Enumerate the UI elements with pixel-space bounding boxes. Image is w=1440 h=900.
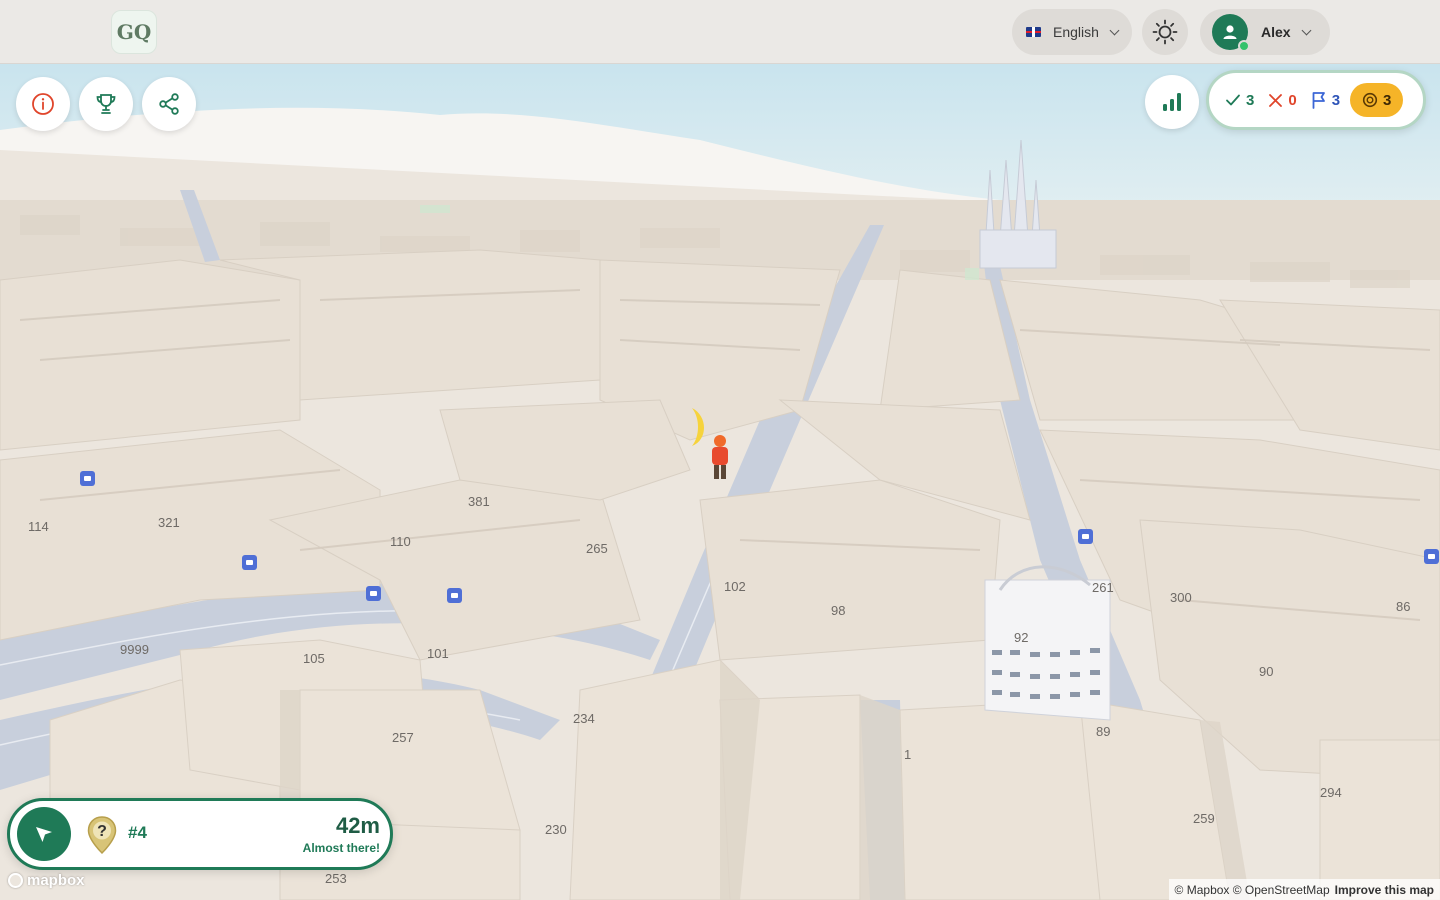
- flag-icon: [1312, 92, 1325, 109]
- app-logo[interactable]: GQ: [111, 10, 157, 54]
- user-name: Alex: [1261, 24, 1291, 40]
- block-number-label: 259: [1193, 811, 1215, 826]
- improve-map-link[interactable]: Improve this map: [1335, 883, 1434, 897]
- coin-value: 3: [1383, 91, 1392, 109]
- block-number-label: 114: [28, 519, 49, 534]
- block-number-label: 102: [724, 579, 746, 594]
- stats-button[interactable]: [1145, 75, 1199, 129]
- chevron-down-icon: [1301, 25, 1312, 35]
- block-number-label: 89: [1096, 724, 1110, 739]
- block-number-label: 98: [831, 603, 845, 618]
- leaderboard-button[interactable]: [79, 77, 133, 131]
- attribution-text: © Mapbox © OpenStreetMap: [1174, 882, 1330, 897]
- block-number-label: 381: [468, 494, 490, 509]
- mystery-pin-icon: ?: [87, 816, 117, 855]
- coin-icon: [1362, 92, 1378, 108]
- top-header: GQ English Alex: [0, 0, 1440, 64]
- coin-badge: 3: [1350, 83, 1404, 117]
- user-icon: [1223, 25, 1237, 39]
- block-number-label: 265: [586, 541, 608, 556]
- block-number-label: 253: [325, 871, 347, 886]
- proximity-hint: Almost there!: [302, 841, 380, 855]
- block-number-label: 110: [390, 534, 411, 549]
- share-button[interactable]: [142, 77, 196, 131]
- block-number-label: 230: [545, 822, 567, 837]
- map-view[interactable]: 114 321 381 110 265 102 98 261 300 86 92 90 9999 105 1…: [0, 64, 1440, 900]
- mapbox-logo[interactable]: mapbox: [8, 872, 85, 889]
- user-menu[interactable]: Alex: [1200, 9, 1330, 55]
- block-number-label: 234: [573, 711, 595, 726]
- mapbox-ring-icon: [8, 873, 23, 888]
- navigation-arrow-icon: [36, 827, 52, 842]
- correct-count: 3: [1225, 92, 1254, 109]
- mapbox-wordmark: mapbox: [27, 872, 85, 889]
- check-icon: [1226, 94, 1240, 106]
- wrong-count: 0: [1268, 91, 1297, 109]
- correct-value: 3: [1246, 91, 1255, 109]
- info-icon: [32, 93, 54, 115]
- logo-text: GQ: [116, 20, 152, 44]
- trophy-icon: [96, 94, 116, 114]
- avatar: [1212, 14, 1250, 52]
- block-number-label: 1: [904, 747, 911, 762]
- target-card[interactable]: ? #4 42m Almost there!: [7, 798, 393, 870]
- target-number: #4: [128, 823, 147, 842]
- block-number-label: 300: [1170, 590, 1192, 605]
- block-number-label: 86: [1396, 599, 1410, 614]
- block-number-label: 257: [392, 730, 414, 745]
- chevron-down-icon: [1109, 25, 1120, 35]
- close-icon: [1269, 93, 1283, 107]
- theme-toggle-button[interactable]: [1142, 9, 1188, 55]
- block-number-label: 9999: [120, 642, 149, 657]
- uk-flag-icon: [1026, 27, 1041, 37]
- block-number-label: 92: [1014, 630, 1028, 645]
- block-number-label: 321: [158, 515, 180, 530]
- flag-count: 3: [1311, 91, 1340, 109]
- flag-value: 3: [1331, 91, 1341, 109]
- map-attribution: © Mapbox © OpenStreetMap Improve this ma…: [1168, 879, 1440, 900]
- score-panel: 3 0 3 3: [1206, 70, 1426, 130]
- share-icon: [159, 93, 179, 115]
- info-button[interactable]: [16, 77, 70, 131]
- block-number-label: 261: [1092, 580, 1114, 595]
- wrong-value: 0: [1288, 91, 1297, 109]
- online-status-dot: [1238, 40, 1250, 52]
- map-canvas: 114 321 381 110 265 102 98 261 300 86 92 90 9999 105 1…: [0, 64, 1440, 900]
- navigate-button[interactable]: [17, 807, 71, 861]
- sun-icon: [1152, 19, 1178, 45]
- block-number-label: 90: [1259, 664, 1273, 679]
- block-number-label: 294: [1320, 785, 1342, 800]
- language-selector[interactable]: English: [1012, 9, 1132, 55]
- block-number-label: 101: [427, 646, 449, 661]
- bar-chart-icon: [1163, 93, 1181, 111]
- pin-question-mark: ?: [97, 823, 107, 840]
- block-number-label: 105: [303, 651, 325, 666]
- language-label: English: [1053, 24, 1099, 40]
- distance-value: 42m: [335, 813, 380, 838]
